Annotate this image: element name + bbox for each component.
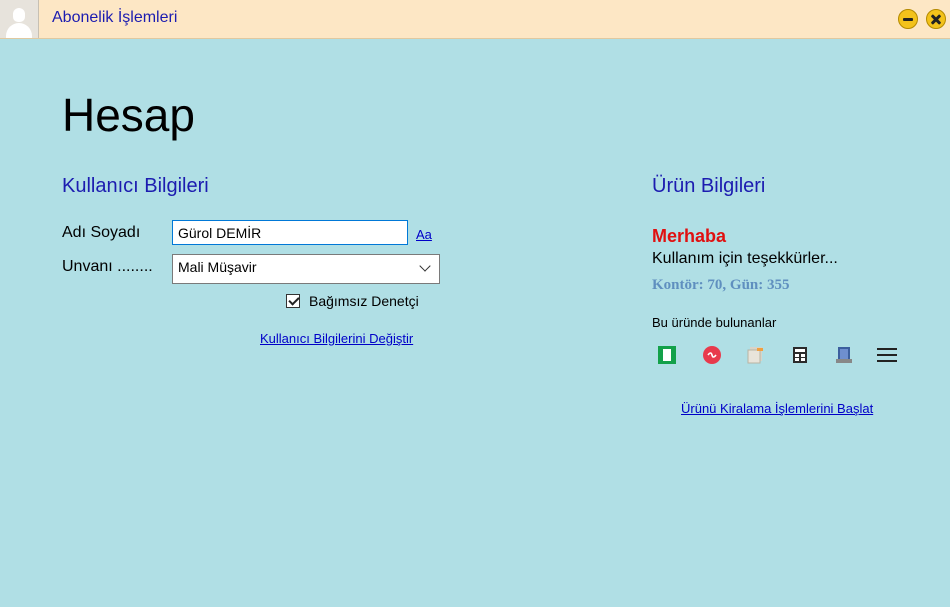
menu-icon[interactable] xyxy=(877,345,897,365)
red-circle-icon[interactable] xyxy=(702,345,722,365)
title-select[interactable]: Mali Müşavir xyxy=(172,254,440,284)
independent-auditor-checkbox[interactable] xyxy=(286,294,300,308)
minimize-icon[interactable] xyxy=(898,9,918,29)
change-user-info-link[interactable]: Kullanıcı Bilgilerini Değiştir xyxy=(260,331,413,346)
title-label: Unvanı ........ xyxy=(62,258,153,275)
user-icon xyxy=(0,0,39,38)
user-info-title: Kullanıcı Bilgileri xyxy=(62,175,209,197)
title-select-value: Mali Müşavir xyxy=(178,259,257,275)
window-title: Abonelik İşlemleri xyxy=(52,9,178,26)
calculator-icon[interactable] xyxy=(790,345,810,365)
title-bar: Abonelik İşlemleri xyxy=(0,0,950,39)
included-modules-label: Bu üründe bulunanlar xyxy=(652,315,777,330)
start-rental-link[interactable]: Ürünü Kiralama İşlemlerini Başlat xyxy=(681,401,873,416)
green-document-icon[interactable] xyxy=(657,345,677,365)
greeting: Merhaba xyxy=(652,226,727,246)
name-input[interactable] xyxy=(172,220,408,245)
close-icon[interactable] xyxy=(926,9,946,29)
independent-auditor-label: Bağımsız Denetçi xyxy=(309,293,419,309)
font-link[interactable]: Aa xyxy=(416,227,432,242)
thanks-text: Kullanım için teşekkürler... xyxy=(652,250,838,267)
page-title: Hesap xyxy=(62,89,195,141)
credit-text: Kontör: 70, Gün: 355 xyxy=(652,277,790,293)
product-info-title: Ürün Bilgileri xyxy=(652,175,766,197)
document-stack-icon[interactable] xyxy=(746,345,766,365)
book-icon[interactable] xyxy=(834,345,854,365)
name-label: Adı Soyadı xyxy=(62,224,141,241)
chevron-down-icon xyxy=(419,260,431,272)
